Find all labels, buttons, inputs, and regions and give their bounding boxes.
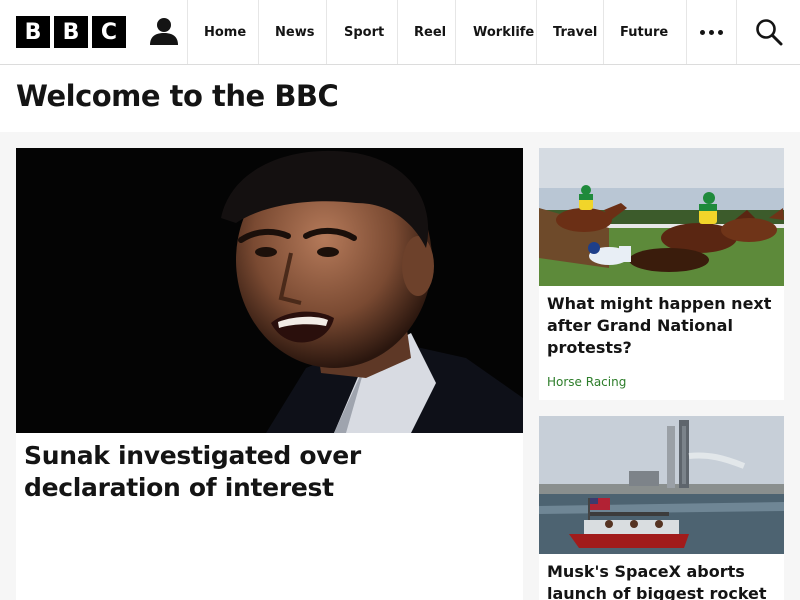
global-header: B B C Home News Sport Reel Worklife Trav…	[0, 0, 800, 65]
page-title: Welcome to the BBC	[16, 79, 339, 113]
story-card-grand-national[interactable]: What might happen next after Grand Natio…	[539, 148, 784, 400]
nav-travel[interactable]: Travel	[536, 0, 603, 64]
story-headline[interactable]: Musk's SpaceX aborts launch of biggest r…	[547, 561, 779, 600]
logo-letter-c: C	[92, 16, 126, 48]
nav-news[interactable]: News	[258, 0, 326, 64]
logo-letter-b2: B	[54, 16, 88, 48]
main-nav: Home News Sport Reel Worklife Travel Fut…	[187, 0, 686, 64]
lead-story-card[interactable]: Sunak investigated over declaration of i…	[16, 148, 523, 600]
welcome-banner: Welcome to the BBC	[0, 65, 800, 132]
lead-story-headline[interactable]: Sunak investigated over declaration of i…	[24, 440, 516, 504]
nav-worklife[interactable]: Worklife	[455, 0, 536, 64]
story-image-spacex	[539, 416, 784, 554]
search-icon[interactable]	[736, 0, 800, 64]
more-menu-icon[interactable]	[686, 0, 736, 64]
lead-story-image	[16, 148, 523, 433]
story-headline[interactable]: What might happen next after Grand Natio…	[547, 293, 779, 359]
logo-letter-b1: B	[16, 16, 50, 48]
story-card-spacex[interactable]: Musk's SpaceX aborts launch of biggest r…	[539, 416, 784, 600]
story-image-horse-racing	[539, 148, 784, 286]
nav-reel[interactable]: Reel	[397, 0, 455, 64]
nav-sport[interactable]: Sport	[326, 0, 397, 64]
story-topic-tag[interactable]: Horse Racing	[547, 375, 626, 389]
nav-home[interactable]: Home	[187, 0, 258, 64]
bbc-logo[interactable]: B B C	[16, 16, 126, 48]
nav-future[interactable]: Future	[603, 0, 686, 64]
user-account-icon[interactable]	[149, 16, 179, 46]
